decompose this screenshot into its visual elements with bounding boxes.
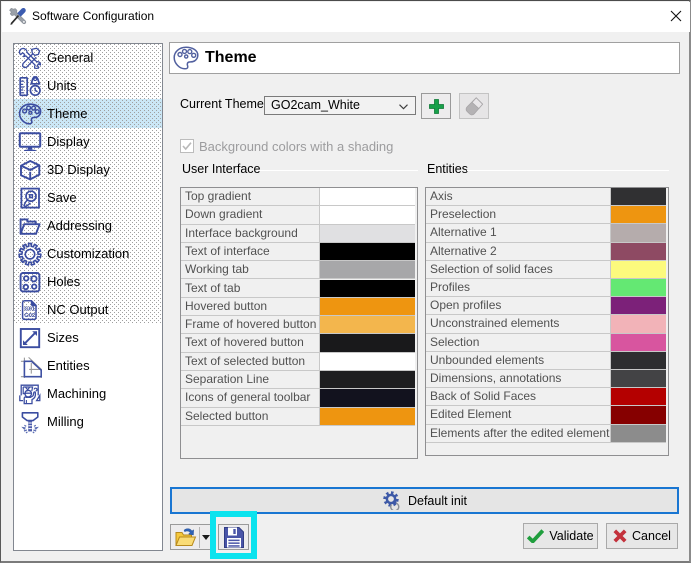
svg-text:G01: G01: [24, 307, 36, 313]
svg-text:G02: G02: [24, 313, 35, 319]
